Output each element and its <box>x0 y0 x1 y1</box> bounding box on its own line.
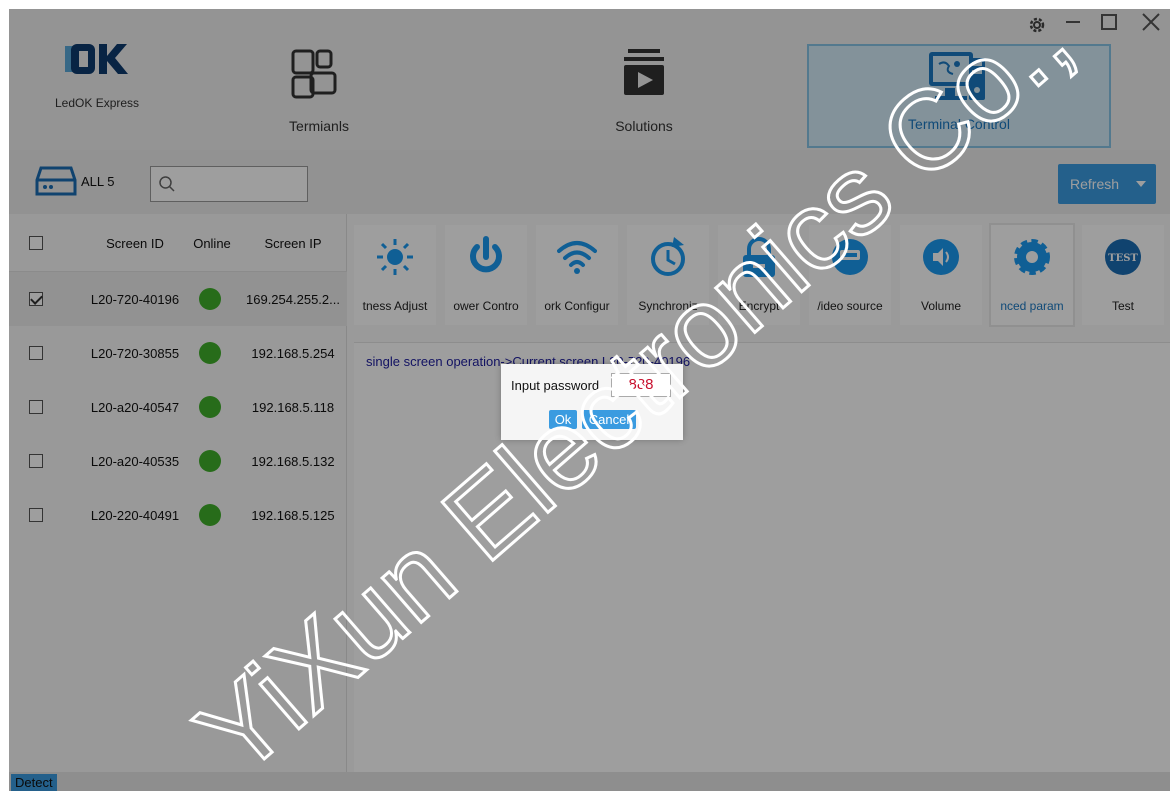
terminals-icon <box>291 49 337 99</box>
func-test[interactable]: TEST Test <box>1082 225 1164 325</box>
screen-id: L20-a20-40535 <box>90 454 180 469</box>
all-count-label[interactable]: ALL 5 <box>81 174 115 189</box>
screen-ip: 192.168.5.125 <box>251 508 335 523</box>
func-label: Test <box>1111 299 1134 313</box>
tab-terminals-label: Termianls <box>289 118 349 134</box>
row-checkbox[interactable] <box>29 454 43 468</box>
minimize-icon[interactable] <box>1066 21 1080 23</box>
sync-clock-icon <box>651 237 685 276</box>
func-encrypt[interactable]: Encrypt <box>718 225 800 325</box>
monitor-control-icon <box>929 52 985 100</box>
screen-ip: 192.168.5.132 <box>251 454 335 469</box>
close-icon[interactable] <box>1141 12 1161 32</box>
tab-terminals[interactable]: Termianls <box>249 9 389 150</box>
brightness-icon <box>377 239 413 275</box>
screen-id: L20-720-30855 <box>90 346 180 361</box>
screen-ip: 192.168.5.118 <box>251 400 335 415</box>
logo-text: LedOK Express <box>55 96 140 110</box>
table-row[interactable]: L20-a20-40547 192.168.5.118 <box>9 380 347 434</box>
app-window: LedOK Express Termianls Solutions Termin… <box>9 9 1170 791</box>
maximize-icon[interactable] <box>1101 14 1117 30</box>
function-toolbar: tness Adjust ower Contro ork Configur Sy… <box>354 222 1170 332</box>
tab-solutions[interactable]: Solutions <box>569 9 719 150</box>
header-screen-id: Screen ID <box>106 236 164 251</box>
screen-list: Screen ID Online Screen IP L20-720-40196… <box>9 214 347 772</box>
content-area: single screen operation->Current screen … <box>354 342 1170 772</box>
lock-icon <box>743 237 775 277</box>
power-icon <box>470 236 502 273</box>
func-label: ork Configur <box>544 299 610 313</box>
table-row[interactable]: L20-720-30855 192.168.5.254 <box>9 326 347 380</box>
chevron-down-icon[interactable] <box>1136 181 1146 187</box>
wifi-icon <box>557 241 597 274</box>
table-row[interactable]: L20-220-40491 192.168.5.125 <box>9 488 347 542</box>
test-icon: TEST <box>1105 239 1141 275</box>
func-power[interactable]: ower Contro <box>445 225 527 325</box>
header-online: Online <box>193 236 231 251</box>
row-checkbox[interactable] <box>29 346 43 360</box>
screen-toolbar: ALL 5 Refresh <box>9 150 1170 214</box>
func-video-source[interactable]: /ideo source <box>809 225 891 325</box>
detect-button[interactable]: Detect <box>11 774 57 791</box>
cancel-button[interactable]: Cancel <box>582 410 636 429</box>
func-label: Encrypt <box>738 299 780 313</box>
screen-id: L20-720-40196 <box>90 292 180 307</box>
func-label: tness Adjust <box>362 299 428 313</box>
func-label: /ideo source <box>817 299 883 313</box>
tab-terminal-control-label: Terminal Control <box>908 116 1010 132</box>
func-label: nced param <box>1000 299 1064 313</box>
row-checkbox[interactable] <box>29 292 43 306</box>
video-source-icon <box>832 239 868 275</box>
func-brightness[interactable]: tness Adjust <box>354 225 436 325</box>
screen-ip: 169.254.255.2... <box>246 292 340 307</box>
select-all-checkbox[interactable] <box>29 236 43 250</box>
row-checkbox[interactable] <box>29 508 43 522</box>
top-nav: LedOK Express Termianls Solutions Termin… <box>9 9 1170 150</box>
online-indicator <box>199 504 221 526</box>
online-indicator <box>199 450 221 472</box>
tab-solutions-label: Solutions <box>615 118 673 134</box>
online-indicator <box>199 342 221 364</box>
screen-ip: 192.168.5.254 <box>251 346 335 361</box>
gear-icon <box>1014 239 1050 275</box>
online-indicator <box>199 396 221 418</box>
play-stack-icon <box>624 49 664 95</box>
svg-text:TEST: TEST <box>1108 253 1138 264</box>
main-panel: ALL 5 Refresh Screen ID Online Screen IP <box>9 150 1170 772</box>
list-header: Screen ID Online Screen IP <box>9 214 347 272</box>
ok-button[interactable]: Ok <box>549 410 577 429</box>
func-volume[interactable]: Volume <box>900 225 982 325</box>
func-advanced-params[interactable]: nced param <box>991 225 1073 325</box>
screen-id: L20-220-40491 <box>90 508 180 523</box>
refresh-button[interactable]: Refresh <box>1058 164 1156 204</box>
password-input[interactable]: 888 <box>611 373 671 397</box>
func-label: Volume <box>920 299 962 313</box>
table-row[interactable]: L20-a20-40535 192.168.5.132 <box>9 434 347 488</box>
func-network[interactable]: ork Configur <box>536 225 618 325</box>
online-indicator <box>199 288 221 310</box>
tab-terminal-control[interactable]: Terminal Control <box>807 44 1111 148</box>
password-label: Input password <box>511 378 600 393</box>
func-label: Synchroniz <box>638 299 698 313</box>
search-input[interactable] <box>150 166 308 202</box>
row-checkbox[interactable] <box>29 400 43 414</box>
header-screen-ip: Screen IP <box>264 236 322 251</box>
func-label: ower Contro <box>453 299 519 313</box>
table-row[interactable]: L20-720-40196 169.254.255.2... <box>9 272 347 326</box>
status-bar: Detect <box>9 772 1170 791</box>
ledok-logo-icon <box>65 44 128 74</box>
gear-icon[interactable] <box>1027 15 1047 35</box>
search-icon <box>159 176 175 192</box>
func-synchronize[interactable]: Synchroniz <box>627 225 709 325</box>
controller-device-icon <box>35 166 77 196</box>
screen-id: L20-a20-40547 <box>90 400 180 415</box>
volume-icon <box>923 239 959 275</box>
refresh-label: Refresh <box>1070 176 1120 192</box>
password-dialog: Input password 888 Ok Cancel <box>501 364 683 440</box>
